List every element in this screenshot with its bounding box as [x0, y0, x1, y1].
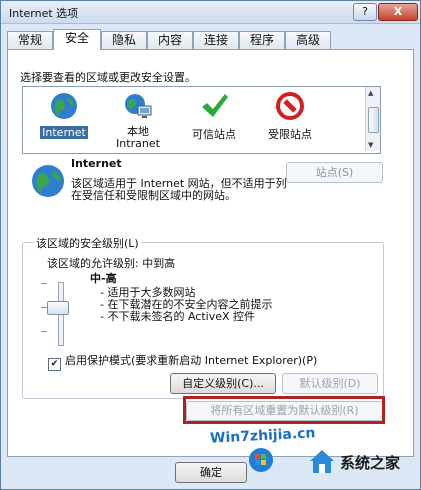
- zone-caption: 选择要查看的区域或更改安全设置。: [20, 71, 196, 84]
- intranet-icon: [125, 94, 152, 118]
- globe-icon: [51, 93, 77, 119]
- slider-tick: [41, 283, 47, 284]
- tab-connections[interactable]: 连接: [193, 31, 239, 49]
- tab-security[interactable]: 安全: [53, 29, 101, 50]
- zone-label: 本地 Intranet: [116, 125, 160, 150]
- allowed-level-text: 该区域的允许级别: 中到高: [47, 257, 176, 270]
- security-level-description: - 适用于大多数网站 - 在下载潜在的不安全内容之前提示 - 不下载未签名的 A…: [100, 287, 272, 323]
- sites-button[interactable]: 站点(S): [286, 162, 383, 183]
- windows-logo-icon: [249, 448, 273, 472]
- zone-info-title: Internet: [71, 157, 122, 170]
- tab-programs[interactable]: 程序: [239, 31, 285, 49]
- zone-internet[interactable]: Internet: [29, 91, 99, 139]
- tab-advanced[interactable]: 高级: [285, 31, 331, 49]
- security-level-legend: 该区域的安全级别(L): [34, 235, 141, 251]
- slider-tick: [41, 331, 47, 332]
- protected-mode-checkbox[interactable]: ✔: [48, 358, 61, 371]
- tab-general[interactable]: 常规: [7, 31, 53, 49]
- window-title: Internet 选项: [9, 7, 79, 20]
- title-bar: Internet 选项 ? X: [1, 1, 420, 24]
- protected-mode-option[interactable]: ✔ 启用保护模式(要求重新启动 Internet Explorer)(P): [48, 352, 317, 371]
- house-logo-icon: [310, 450, 334, 473]
- zone-restricted-sites[interactable]: 受限站点: [255, 91, 325, 142]
- tab-content[interactable]: 内容: [147, 31, 193, 49]
- zone-label: 可信站点: [192, 128, 236, 141]
- globe-icon: [32, 165, 64, 197]
- default-level-button[interactable]: 默认级别(D): [282, 373, 378, 394]
- slider-thumb[interactable]: [47, 301, 69, 315]
- zone-label: 受限站点: [268, 128, 312, 141]
- level-desc-line: - 不下载未签名的 ActiveX 控件: [100, 310, 256, 323]
- tab-privacy[interactable]: 隐私: [101, 31, 147, 49]
- zone-local-intranet[interactable]: 本地 Intranet: [103, 91, 173, 150]
- zone-list-scrollbar[interactable]: ▲ ▼: [365, 87, 380, 151]
- scrollbar-thumb[interactable]: [368, 107, 379, 133]
- close-button[interactable]: X: [378, 3, 418, 21]
- scroll-up-icon[interactable]: ▲: [368, 89, 373, 97]
- ok-button[interactable]: 确定: [175, 462, 247, 483]
- zone-list[interactable]: Internet 本地 Intranet 可信站点 受限站点 ▲ ▼: [22, 86, 381, 154]
- checkmark-icon: [202, 94, 228, 117]
- protected-mode-label: 启用保护模式(要求重新启动 Internet Explorer)(P): [65, 354, 318, 367]
- security-level-name: 中-高: [90, 272, 117, 285]
- custom-level-button[interactable]: 自定义级别(C)...: [170, 373, 276, 394]
- help-button[interactable]: ?: [353, 3, 377, 21]
- highlight-box: [183, 396, 385, 424]
- scroll-down-icon[interactable]: ▼: [368, 141, 373, 149]
- watermark-right: 系统之家: [340, 454, 401, 472]
- zone-info-description: 该区域适用于 Internet 网站，但不适用于列在受信任和受限制区域中的网站。: [71, 177, 287, 202]
- zone-trusted-sites[interactable]: 可信站点: [179, 91, 249, 142]
- prohibited-icon: [276, 92, 304, 120]
- zone-label: Internet: [40, 126, 88, 139]
